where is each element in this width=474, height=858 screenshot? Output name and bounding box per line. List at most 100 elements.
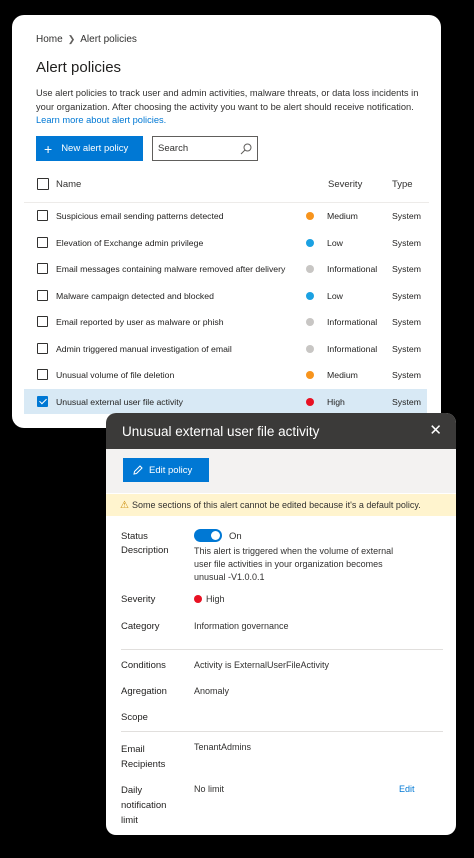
severity-dot xyxy=(306,238,314,247)
recipients-value: TenantAdmins xyxy=(194,742,252,752)
page-description: Use alert policies to track user and adm… xyxy=(36,87,428,128)
chevron-right-icon: ❯ xyxy=(67,34,76,44)
severity-dot xyxy=(306,344,314,353)
table-row[interactable]: Elevation of Exchange admin privilege Low… xyxy=(24,230,427,255)
edit-policy-label: Edit policy xyxy=(149,464,193,476)
table-row[interactable]: Malware campaign detected and blocked Low… xyxy=(24,283,427,308)
severity-label: Severity xyxy=(121,594,156,605)
severity-dot xyxy=(306,265,314,273)
status-toggle[interactable] xyxy=(194,529,222,542)
severity-dot xyxy=(306,397,314,406)
column-severity[interactable]: Severity xyxy=(328,179,362,190)
row-name: Unusual volume of file deletion xyxy=(56,370,175,380)
severity-dot xyxy=(194,595,202,603)
severity-dot xyxy=(306,291,314,300)
panel-header: Unusual external user file activity ✕ xyxy=(106,413,456,449)
warning-text: Some sections of this alert cannot be ed… xyxy=(131,500,421,510)
row-type: System xyxy=(392,237,421,248)
row-checkbox[interactable] xyxy=(37,395,48,407)
row-type: System xyxy=(392,370,421,380)
scope-label: Scope xyxy=(121,712,148,723)
limit-edit-link[interactable]: Edit xyxy=(399,784,415,794)
close-icon[interactable]: ✕ xyxy=(429,423,442,438)
aggregation-label: Agregation xyxy=(121,686,167,697)
table-row[interactable]: Email reported by user as malware or phi… xyxy=(24,309,427,334)
page-title: Alert policies xyxy=(36,59,122,76)
new-alert-policy-label: New alert policy xyxy=(61,143,129,154)
table-header: Name Severity Type xyxy=(24,176,429,194)
severity-value: High xyxy=(206,594,225,604)
row-severity: Informational xyxy=(327,317,378,327)
row-severity: High xyxy=(327,396,345,407)
section-divider xyxy=(121,731,443,732)
severity-dot xyxy=(306,212,314,220)
row-name: Suspicious email sending patterns detect… xyxy=(56,211,224,221)
table-row[interactable]: Unusual external user file activity High S… xyxy=(24,388,427,414)
policy-details-panel: Unusual external user file activity ✕ Ed… xyxy=(106,413,456,835)
row-checkbox[interactable] xyxy=(37,316,48,327)
table-row[interactable]: Unusual volume of file deletion Medium Sys… xyxy=(24,362,427,387)
row-type: System xyxy=(392,396,421,407)
breadcrumb-current: Alert policies xyxy=(80,34,137,45)
row-name: Malware campaign detected and blocked xyxy=(56,290,214,301)
panel-title: Unusual external user file activity xyxy=(122,424,320,439)
row-name: Unusual external user file activity xyxy=(56,396,183,407)
breadcrumb: Home ❯ Alert policies xyxy=(36,34,137,45)
row-name: Email messages containing malware remove… xyxy=(56,264,286,274)
row-severity: Informational xyxy=(327,264,378,274)
row-type: System xyxy=(392,317,421,327)
row-type: System xyxy=(392,343,421,354)
status-label: Status xyxy=(121,531,148,542)
warning-icon: ⚠ xyxy=(120,499,129,511)
breadcrumb-home[interactable]: Home xyxy=(36,34,63,45)
row-type: System xyxy=(392,211,421,221)
learn-more-link[interactable]: Learn more about alert policies. xyxy=(36,115,166,125)
column-name[interactable]: Name xyxy=(56,179,81,190)
search-icon xyxy=(240,143,252,154)
row-name: Elevation of Exchange admin privilege xyxy=(56,237,204,248)
new-alert-policy-button[interactable]: + New alert policy xyxy=(36,136,143,161)
limit-value: No limit xyxy=(194,784,225,794)
description-value: This alert is triggered when the volume … xyxy=(194,546,394,582)
row-checkbox[interactable] xyxy=(37,263,48,274)
status-value: On xyxy=(229,531,242,542)
severity-dot xyxy=(306,318,314,326)
warning-banner: ⚠ Some sections of this alert cannot be … xyxy=(106,494,456,516)
row-type: System xyxy=(392,264,421,274)
alert-policies-card: Home ❯ Alert policies Alert policies Use… xyxy=(12,15,441,428)
section-divider xyxy=(121,649,443,650)
row-severity: Low xyxy=(327,237,343,248)
table-row[interactable]: Admin triggered manual investigation of … xyxy=(24,336,427,361)
row-name: Email reported by user as malware or phi… xyxy=(56,317,224,327)
row-checkbox[interactable] xyxy=(37,369,48,380)
search-input[interactable]: Search xyxy=(152,136,258,161)
category-label: Category xyxy=(121,621,160,632)
severity-dot xyxy=(306,371,314,379)
row-severity: Informational xyxy=(327,343,378,354)
row-severity: Low xyxy=(327,290,343,301)
table-row[interactable]: Email messages containing malware remove… xyxy=(24,256,427,281)
table-row[interactable]: Suspicious email sending patterns detect… xyxy=(24,203,427,228)
recipients-label: Email Recipients xyxy=(121,744,166,770)
row-checkbox[interactable] xyxy=(37,289,48,301)
row-name: Admin triggered manual investigation of … xyxy=(56,343,232,354)
row-checkbox[interactable] xyxy=(37,210,48,221)
edit-policy-button[interactable]: Edit policy xyxy=(123,458,209,482)
row-severity: Medium xyxy=(327,370,358,380)
row-checkbox[interactable] xyxy=(37,236,48,248)
limit-label: Daily notification limit xyxy=(121,785,167,826)
row-type: System xyxy=(392,290,421,301)
search-placeholder: Search xyxy=(158,143,189,154)
conditions-value: Activity is ExternalUserFileActivity xyxy=(194,660,330,670)
row-checkbox[interactable] xyxy=(37,342,48,354)
column-type[interactable]: Type xyxy=(392,179,413,190)
pencil-icon xyxy=(133,465,143,475)
category-value: Information governance xyxy=(194,621,289,631)
description-text: Use alert policies to track user and adm… xyxy=(36,88,419,112)
plus-icon: + xyxy=(44,140,53,157)
row-severity: Medium xyxy=(327,211,358,221)
select-all-checkbox[interactable] xyxy=(37,178,49,190)
aggregation-value: Anomaly xyxy=(194,686,230,696)
conditions-label: Conditions xyxy=(121,660,166,671)
description-label: Description xyxy=(121,545,169,556)
